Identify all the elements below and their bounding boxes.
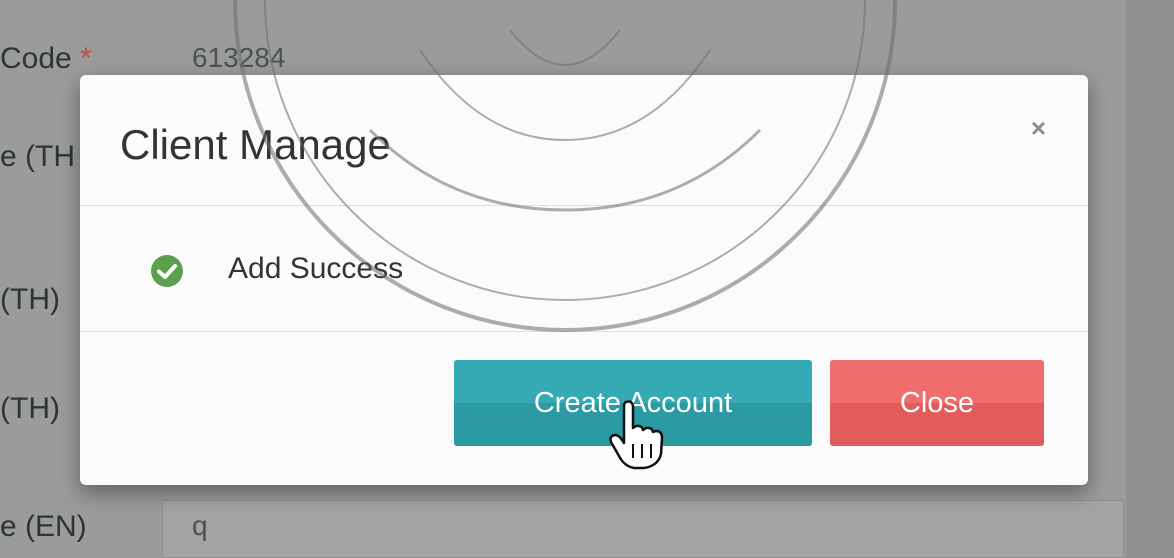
dialog-footer: Create Account Close: [80, 332, 1088, 482]
check-circle-icon: [151, 255, 183, 287]
required-mark: *: [80, 42, 92, 75]
form-label-name-en: e (EN): [0, 510, 87, 543]
dialog-title: Client Manage: [120, 121, 391, 168]
dialog-header: Client Manage ×: [80, 75, 1088, 206]
form-label-th-3: (TH): [0, 392, 60, 425]
client-manage-dialog: Client Manage × Add Success Create Accou…: [80, 75, 1088, 485]
success-message: Add Success: [228, 252, 404, 285]
code-field-value: 613284: [192, 42, 286, 73]
close-button[interactable]: Close: [830, 360, 1044, 446]
form-label-name-th: e (TH: [0, 140, 75, 173]
form-label-th-2: (TH): [0, 283, 60, 316]
close-icon[interactable]: ×: [1031, 113, 1046, 144]
name-en-field-value: q: [192, 510, 208, 541]
name-en-field: [162, 500, 1124, 558]
dialog-body: Add Success: [80, 206, 1088, 332]
page-scroll-area: [1126, 0, 1174, 558]
form-label-code: Code *: [0, 42, 92, 75]
create-account-button[interactable]: Create Account: [454, 360, 812, 446]
